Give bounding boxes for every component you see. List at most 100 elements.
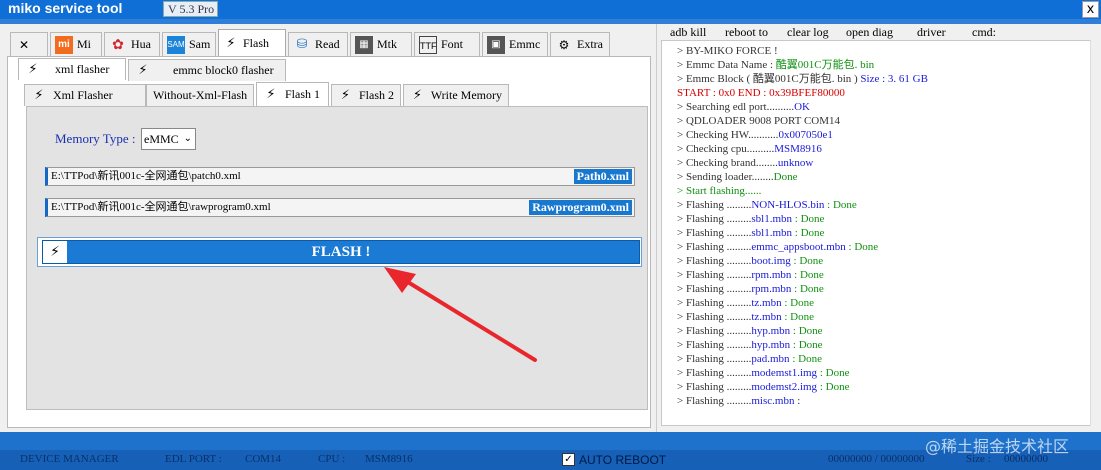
patch-path-field[interactable]: E:\TTPod\新讯001c-全网通包\patch0.xml Path0.xm…	[45, 167, 635, 186]
tab-mtk[interactable]: ▦ Mtk	[350, 32, 412, 56]
tab-label: Font	[441, 37, 464, 51]
log-segment: > Flashing .........	[677, 395, 752, 407]
tab-without-xml-flash[interactable]: Without-Xml-Flash	[146, 84, 254, 106]
tab-font[interactable]: TTF Font	[414, 32, 480, 56]
log-segment: > Flashing .........	[677, 269, 752, 281]
path0-button[interactable]: Path0.xml	[573, 169, 632, 184]
log-segment: > Flashing .........	[677, 381, 752, 393]
log-segment: tz.mbn	[751, 311, 782, 323]
tab-label: Xml Flasher	[53, 88, 113, 102]
tab-flash-2[interactable]: ⚡ Flash 2	[331, 84, 401, 106]
log-line: > Checking cpu..........MSM8916	[677, 143, 822, 156]
rawprogram-path-field[interactable]: E:\TTPod\新讯001c-全网通包\rawprogram0.xml Raw…	[45, 198, 635, 217]
tab-xml-flasher[interactable]: ⚡ xml flasher	[18, 58, 126, 80]
driver-menu[interactable]: driver	[917, 25, 946, 40]
log-segment: > Flashing .........	[677, 227, 752, 239]
log-line: > Start flashing......	[677, 185, 761, 198]
tab-label: Write Memory	[430, 88, 502, 102]
reboot-to-menu[interactable]: reboot to	[725, 25, 768, 40]
tab-label: Extra	[577, 37, 603, 51]
version-label: V 5.3 Pro	[163, 1, 218, 17]
device-manager-label[interactable]: DEVICE MANAGER	[20, 453, 119, 466]
tab-flash[interactable]: ⚡ Flash	[218, 29, 286, 57]
tab-tools[interactable]: ✕	[10, 32, 48, 56]
patch-path-value: E:\TTPod\新讯001c-全网通包\patch0.xml	[51, 170, 241, 182]
log-segment: START : 0x0 END : 0x39BFEF80000	[677, 87, 845, 99]
edl-port-value: COM14	[245, 453, 282, 465]
memory-type-select[interactable]: eMMC ⌄	[141, 128, 196, 150]
log-segment: 酷翼001C万能包. bin	[775, 59, 875, 71]
log-segment: pad.mbn	[751, 353, 790, 365]
log-segment: > BY-MIKO FORCE !	[677, 45, 778, 57]
log-line: > Flashing .........hyp.mbn : Done	[677, 339, 823, 352]
bolt-icon: ⚡	[28, 62, 38, 77]
ttf-file-icon: TTF	[419, 35, 437, 54]
tab-mi[interactable]: mi Mi	[50, 32, 102, 56]
tab-write-memory[interactable]: ⚡ Write Memory	[403, 84, 509, 106]
tab-extra[interactable]: ⚙ Extra	[550, 32, 610, 56]
open-diag-menu[interactable]: open diag	[846, 25, 893, 40]
rawprogram-path-value: E:\TTPod\新讯001c-全网通包\rawprogram0.xml	[51, 201, 271, 213]
log-segment: unknow	[777, 157, 814, 169]
log-line: START : 0x0 END : 0x39BFEF80000	[677, 87, 845, 100]
cpu-label: CPU :	[318, 453, 346, 465]
edl-port-label: EDL PORT :	[165, 453, 222, 465]
log-line: > QDLOADER 9008 PORT COM14	[677, 115, 840, 128]
log-segment: rpm.mbn	[751, 269, 792, 281]
adb-kill-menu[interactable]: adb kill	[670, 25, 706, 40]
close-button[interactable]: x	[1082, 1, 1099, 18]
tab-samsung[interactable]: SAM Sam	[162, 32, 216, 56]
dtc-gear-icon: ⚙	[558, 37, 570, 52]
log-segment: : Done	[791, 283, 824, 295]
log-line: > Emmc Data Name : 酷翼001C万能包. bin	[677, 59, 874, 72]
log-segment: NON-HLOS.bin	[751, 199, 825, 211]
log-segment: misc.mbn	[751, 395, 795, 407]
tab-label: Flash 2	[358, 88, 394, 102]
clear-log-menu[interactable]: clear log	[787, 25, 829, 40]
tab-emmc[interactable]: ▣ Emmc	[482, 32, 548, 56]
log-segment: > Flashing .........	[677, 213, 752, 225]
log-segment: : Done	[790, 325, 823, 337]
log-line: > Checking HW...........0x007050e1	[677, 129, 833, 142]
log-segment: > Flashing .........	[677, 339, 752, 351]
flash-button[interactable]: FLASH !	[42, 240, 640, 264]
log-segment: > Flashing .........	[677, 353, 752, 365]
mi-logo-icon: mi	[55, 35, 73, 54]
rawprogram0-button[interactable]: Rawprogram0.xml	[529, 200, 632, 215]
log-segment: : Done	[817, 381, 850, 393]
log-scrollbar[interactable]	[1090, 40, 1101, 426]
log-line: > Flashing .........misc.mbn :	[677, 395, 800, 408]
log-segment: > Flashing .........	[677, 297, 752, 309]
log-segment: : Done	[792, 227, 825, 239]
tab-emmc-block0-flasher[interactable]: ⚡ emmc block0 flasher	[128, 59, 286, 81]
log-segment: > Flashing .........	[677, 255, 752, 267]
log-segment: modemst1.img	[751, 367, 818, 379]
auto-reboot-checkbox[interactable]: ✓ AUTO REBOOT	[562, 451, 666, 468]
log-line: > Flashing .........modemst2.img : Done	[677, 381, 849, 394]
log-segment: > Flashing .........	[677, 311, 752, 323]
log-line: > Flashing .........tz.mbn : Done	[677, 311, 814, 324]
tab-label: emmc block0 flasher	[173, 63, 274, 77]
bolt-icon: ⚡	[266, 87, 276, 102]
log-segment: : Done	[792, 213, 825, 225]
log-segment: > Checking cpu..........	[677, 143, 775, 155]
tab-xml-flasher-mode[interactable]: ⚡ Xml Flasher	[24, 84, 146, 106]
cmd-menu[interactable]: cmd:	[972, 25, 996, 40]
log-line: > Checking brand........unknow	[677, 157, 813, 170]
log-segment: modemst2.img	[751, 381, 818, 393]
tab-read[interactable]: ⛁ Read	[288, 32, 348, 56]
log-segment: OK	[794, 101, 810, 113]
log-segment: 0x007050e1	[778, 129, 833, 141]
tab-huawei[interactable]: ✿ Hua	[104, 32, 160, 56]
tab-flash-1[interactable]: ⚡ Flash 1	[256, 82, 329, 106]
tab-label: Sam	[189, 37, 211, 51]
log-segment: > Searching edl port..........	[677, 101, 795, 113]
log-segment: > Flashing .........	[677, 199, 752, 211]
log-segment: rpm.mbn	[751, 283, 792, 295]
log-line: > BY-MIKO FORCE !	[677, 45, 778, 58]
chip-icon: ▦	[355, 35, 373, 54]
log-segment: sbl1.mbn	[751, 227, 793, 239]
bolt-icon: ⚡	[226, 36, 236, 51]
log-segment: boot.img	[751, 255, 791, 267]
log-segment: emmc_appsboot.mbn	[751, 241, 846, 253]
